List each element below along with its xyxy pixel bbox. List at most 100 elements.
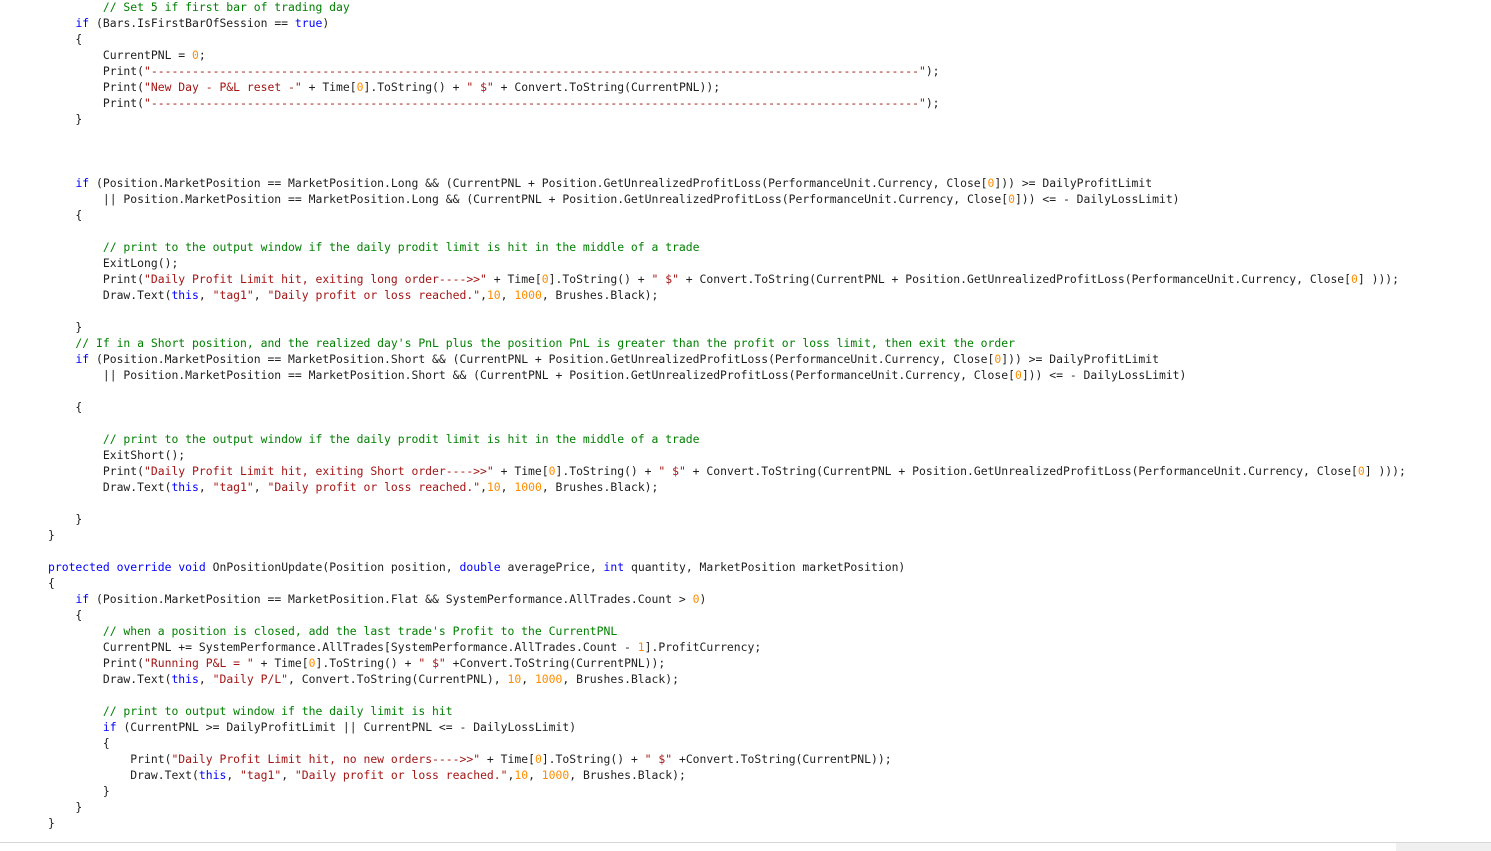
- code-token: averagePrice,: [500, 560, 604, 574]
- code-line[interactable]: {: [48, 399, 1406, 415]
- code-line[interactable]: {: [48, 575, 1406, 591]
- code-line[interactable]: {: [48, 735, 1406, 751]
- code-line[interactable]: Print("---------------------------------…: [48, 95, 1406, 111]
- code-line[interactable]: || Position.MarketPosition == MarketPosi…: [48, 191, 1406, 207]
- code-line[interactable]: // print to the output window if the dai…: [48, 239, 1406, 255]
- string-literal: "Daily profit or loss reached.": [267, 480, 481, 494]
- code-token: ,: [500, 288, 515, 302]
- keyword: override: [116, 560, 172, 574]
- string-literal: " $": [466, 80, 494, 94]
- code-token: ExitShort();: [48, 448, 186, 462]
- code-line[interactable]: [48, 415, 1406, 431]
- code-line[interactable]: ExitShort();: [48, 447, 1406, 463]
- code-line[interactable]: if (Position.MarketPosition == MarketPos…: [48, 175, 1406, 191]
- number-literal: 0: [548, 464, 556, 478]
- code-line[interactable]: CurrentPNL = 0;: [48, 47, 1406, 63]
- code-line[interactable]: }: [48, 511, 1406, 527]
- code-token: ,: [500, 480, 515, 494]
- code-token: + Time[: [486, 272, 542, 286]
- code-token: ] )));: [1357, 272, 1400, 286]
- code-token: );: [925, 96, 940, 110]
- string-literal: "---------------------------------------…: [144, 96, 926, 110]
- code-line[interactable]: if (CurrentPNL >= DailyProfitLimit || Cu…: [48, 719, 1406, 735]
- number-literal: 1000: [514, 288, 542, 302]
- code-line[interactable]: if (Position.MarketPosition == MarketPos…: [48, 351, 1406, 367]
- code-line[interactable]: // when a position is closed, add the la…: [48, 623, 1406, 639]
- number-literal: 0: [1014, 368, 1022, 382]
- code-line[interactable]: [48, 303, 1406, 319]
- string-literal: "tag1": [212, 480, 254, 494]
- code-line[interactable]: Print("Daily Profit Limit hit, no new or…: [48, 751, 1406, 767]
- code-line[interactable]: }: [48, 111, 1406, 127]
- keyword: if: [102, 720, 117, 734]
- code-line[interactable]: if (Bars.IsFirstBarOfSession == true): [48, 15, 1406, 31]
- code-line[interactable]: }: [48, 783, 1406, 799]
- code-token: OnPositionUpdate(Position position,: [205, 560, 460, 574]
- code-line[interactable]: // print to the output window if the dai…: [48, 431, 1406, 447]
- code-line[interactable]: || Position.MarketPosition == MarketPosi…: [48, 367, 1406, 383]
- code-line[interactable]: Print("---------------------------------…: [48, 63, 1406, 79]
- code-line[interactable]: {: [48, 607, 1406, 623]
- code-line[interactable]: Print("New Day - P&L reset -" + Time[0].…: [48, 79, 1406, 95]
- code-token: Print(: [48, 80, 145, 94]
- code-line[interactable]: // Set 5 if first bar of trading day: [48, 0, 1406, 15]
- code-token: }: [48, 784, 110, 798]
- horizontal-scrollbar[interactable]: [0, 842, 1491, 851]
- number-literal: 0: [1008, 192, 1015, 206]
- code-token: || Position.MarketPosition == MarketPosi…: [48, 368, 1015, 382]
- code-token: Draw.Text(: [48, 288, 172, 302]
- keyword: true: [294, 16, 323, 30]
- code-line[interactable]: [48, 383, 1406, 399]
- code-line[interactable]: // If in a Short position, and the reali…: [48, 335, 1406, 351]
- code-line[interactable]: [48, 543, 1406, 559]
- code-token: ,: [521, 672, 535, 686]
- code-text-area[interactable]: // Set 5 if first bar of trading day if …: [48, 0, 1406, 831]
- code-token: ].ProfitCurrency;: [644, 640, 762, 654]
- code-line[interactable]: }: [48, 319, 1406, 335]
- code-line[interactable]: Draw.Text(this, "tag1", "Daily profit or…: [48, 767, 1406, 783]
- code-token: , Brushes.Black);: [562, 672, 679, 686]
- number-literal: 10: [486, 288, 501, 302]
- code-line[interactable]: Print("Running P&L = " + Time[0].ToStrin…: [48, 655, 1406, 671]
- code-line[interactable]: }: [48, 527, 1406, 543]
- comment: // If in a Short position, and the reali…: [48, 336, 1015, 350]
- code-line[interactable]: [48, 687, 1406, 703]
- code-token: ,: [281, 768, 295, 782]
- code-line[interactable]: [48, 495, 1406, 511]
- code-line[interactable]: Draw.Text(this, "tag1", "Daily profit or…: [48, 287, 1406, 303]
- code-token: ,: [253, 288, 268, 302]
- code-line[interactable]: [48, 159, 1406, 175]
- code-token: ,: [253, 480, 268, 494]
- code-token: ].ToString() +: [555, 464, 659, 478]
- keyword: if: [75, 592, 90, 606]
- code-token: ,: [226, 768, 241, 782]
- code-token: ,: [198, 288, 213, 302]
- code-token: CurrentPNL += SystemPerformance.AllTrade…: [48, 640, 638, 654]
- keyword: int: [603, 560, 625, 574]
- code-line[interactable]: ExitLong();: [48, 255, 1406, 271]
- string-literal: "Daily Profit Limit hit, exiting Short o…: [144, 464, 494, 478]
- code-line[interactable]: }: [48, 815, 1406, 831]
- string-literal: " $": [658, 464, 686, 478]
- code-token: ].ToString() +: [541, 752, 645, 766]
- code-line[interactable]: Draw.Text(this, "Daily P/L", Convert.ToS…: [48, 671, 1406, 687]
- code-line[interactable]: {: [48, 207, 1406, 223]
- code-token: {: [48, 400, 83, 414]
- code-token: , Brushes.Black);: [541, 480, 659, 494]
- code-line[interactable]: protected override void OnPositionUpdate…: [48, 559, 1406, 575]
- code-line[interactable]: [48, 143, 1406, 159]
- code-line[interactable]: // print to output window if the daily l…: [48, 703, 1406, 719]
- string-literal: "tag1": [240, 768, 282, 782]
- code-line[interactable]: CurrentPNL += SystemPerformance.AllTrade…: [48, 639, 1406, 655]
- string-literal: "Daily Profit Limit hit, exiting long or…: [144, 272, 487, 286]
- code-line[interactable]: Print("Daily Profit Limit hit, exiting l…: [48, 271, 1406, 287]
- code-line[interactable]: {: [48, 31, 1406, 47]
- code-line[interactable]: [48, 223, 1406, 239]
- code-line[interactable]: [48, 127, 1406, 143]
- code-line[interactable]: Print("Daily Profit Limit hit, exiting S…: [48, 463, 1406, 479]
- code-editor[interactable]: // Set 5 if first bar of trading day if …: [0, 0, 1491, 842]
- code-line[interactable]: }: [48, 799, 1406, 815]
- code-line[interactable]: if (Position.MarketPosition == MarketPos…: [48, 591, 1406, 607]
- code-line[interactable]: Draw.Text(this, "tag1", "Daily profit or…: [48, 479, 1406, 495]
